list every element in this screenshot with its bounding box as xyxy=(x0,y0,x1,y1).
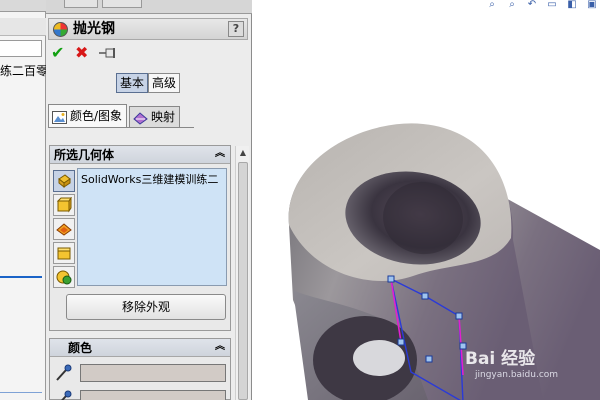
selected-geometry-section: 所选几何体 ︽ SolidWorks三维建模训练二 移除外观 xyxy=(49,145,231,331)
feature-tree-panel: » 练二百零 xyxy=(0,0,46,400)
part-filter-button[interactable] xyxy=(53,170,75,192)
collapse-chevron-icon[interactable]: ︽ xyxy=(213,147,227,161)
section-title: 颜色 xyxy=(68,341,93,355)
selected-geometry-list[interactable]: SolidWorks三维建模训练二 xyxy=(77,168,227,286)
part-filter-icon xyxy=(58,174,71,189)
color-row xyxy=(54,389,230,400)
color-section-header[interactable]: 颜色 ︽ xyxy=(50,339,230,357)
rollback-bar[interactable] xyxy=(0,276,42,278)
ok-check-icon[interactable]: ✔ xyxy=(51,45,67,61)
cancel-x-icon[interactable]: ✖ xyxy=(75,45,91,61)
feature-tree-header: » xyxy=(0,18,46,51)
tab-label: 映射 xyxy=(151,110,176,124)
manager-tab-strip xyxy=(46,0,252,14)
color-swatch[interactable] xyxy=(80,390,226,400)
watermark-text: Bai 经验 xyxy=(465,349,536,369)
mode-toggle: 基本 高级 xyxy=(116,73,181,93)
advanced-mode-button[interactable]: 高级 xyxy=(148,73,181,93)
appearance-tabs: 颜色/图象 映射 xyxy=(48,104,182,128)
color-section: 颜色 ︽ xyxy=(49,338,231,400)
list-item[interactable]: SolidWorks三维建模训练二 xyxy=(81,173,225,186)
body-filter-icon xyxy=(56,197,72,213)
feature-tree-divider xyxy=(0,392,42,393)
tab-color-image[interactable]: 颜色/图象 xyxy=(48,104,128,128)
scroll-up-icon[interactable]: ▲ xyxy=(236,146,250,160)
property-manager-title-bar: 抛光钢 ? xyxy=(48,18,248,40)
eyedropper-icon[interactable] xyxy=(54,390,74,400)
feature-tree-tab-edge[interactable] xyxy=(0,0,46,12)
selected-geometry-header[interactable]: 所选几何体 ︽ xyxy=(50,146,230,164)
color-swatch[interactable] xyxy=(80,364,226,382)
feature-tree-filter-field[interactable] xyxy=(0,40,42,57)
manager-tab[interactable] xyxy=(102,0,142,8)
watermark-url: jingyan.baidu.com xyxy=(475,370,559,380)
mapping-icon xyxy=(133,111,148,125)
face-filter-icon xyxy=(57,247,71,260)
face-filter-button[interactable] xyxy=(53,242,75,264)
property-manager-scrollbar[interactable]: ▲ xyxy=(235,146,249,400)
graphics-viewport[interactable]: ⌕ ⌕ ↶ ▭ ◧ ▣ Bai 经验 jingyan.baidu.com xyxy=(253,0,600,400)
tab-divider xyxy=(48,127,194,128)
tab-mapping[interactable]: 映射 xyxy=(129,106,181,128)
basic-mode-button[interactable]: 基本 xyxy=(116,73,149,93)
page-title: 抛光钢 xyxy=(73,21,115,37)
appearance-ball-icon xyxy=(53,22,68,37)
watermark: Bai 经验 jingyan.baidu.com xyxy=(465,344,558,380)
part-model[interactable] xyxy=(253,0,600,400)
scroll-thumb[interactable] xyxy=(238,162,248,400)
eyedropper-icon[interactable] xyxy=(54,364,74,382)
color-row xyxy=(54,363,230,383)
image-icon xyxy=(52,109,67,124)
pushpin-icon[interactable] xyxy=(98,46,120,60)
geometry-filter-buttons xyxy=(53,170,75,290)
feature-filter-button[interactable] xyxy=(53,218,75,240)
collapse-chevron-icon[interactable]: ︽ xyxy=(213,340,227,354)
appearance-property-manager: 抛光钢 ? ✔ ✖ 基本 高级 颜色/图象 映射 所选几何体 ︽ SolidWo… xyxy=(46,0,252,400)
remove-appearance-button[interactable]: 移除外观 xyxy=(66,294,226,320)
body-filter-button[interactable] xyxy=(53,194,75,216)
display-state-button[interactable] xyxy=(53,266,75,288)
feature-filter-icon xyxy=(56,223,72,236)
tab-label: 颜色/图象 xyxy=(70,109,123,123)
section-title: 所选几何体 xyxy=(54,148,115,162)
manager-tab[interactable] xyxy=(64,0,98,8)
feature-tree-item-label[interactable]: 练二百零 xyxy=(0,62,46,79)
help-button[interactable]: ? xyxy=(228,21,244,37)
display-state-icon xyxy=(56,270,72,285)
